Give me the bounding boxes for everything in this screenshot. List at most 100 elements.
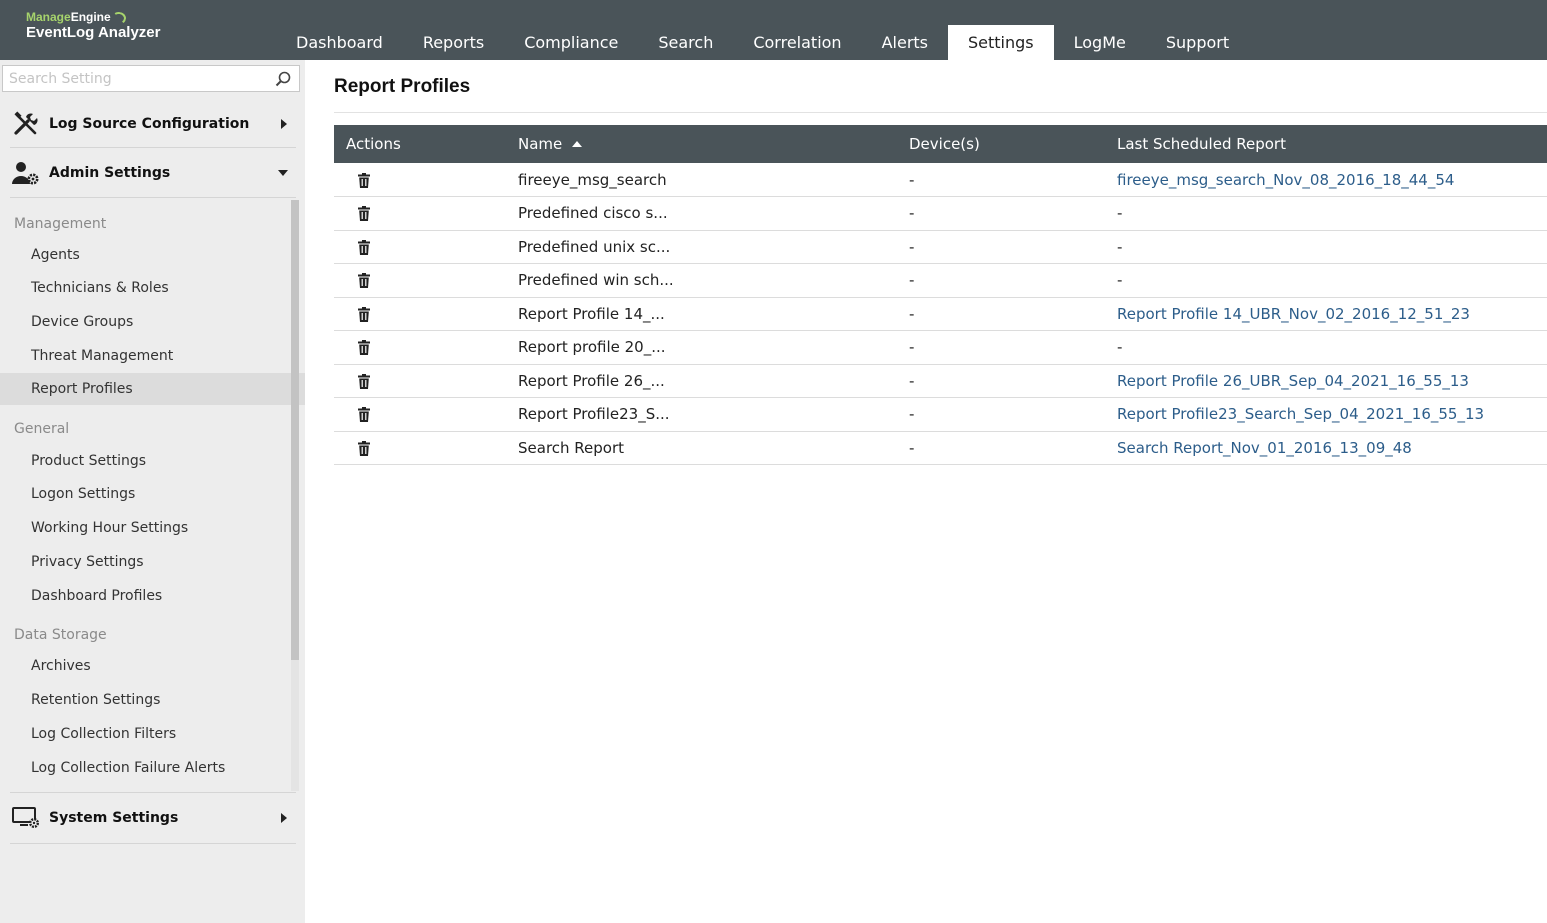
table-header-row: Actions Name Device(s) Last Scheduled Re… (334, 125, 1547, 163)
tab-search[interactable]: Search (638, 25, 733, 60)
section-log-source-configuration[interactable]: Log Source Configuration (10, 100, 296, 148)
group-label-general: General (14, 421, 70, 437)
tab-correlation[interactable]: Correlation (733, 25, 861, 60)
delete-icon[interactable] (358, 440, 370, 456)
column-header-name[interactable]: Name (518, 125, 909, 163)
actions-cell (334, 397, 518, 432)
table-row: Search Report - Search Report_Nov_01_2016_… (334, 431, 1547, 465)
devices-cell: - (909, 330, 1117, 365)
last-scheduled-report-link[interactable]: Report Profile 26_UBR_Sep_04_2021_16_55_… (1117, 372, 1469, 390)
devices-cell: - (909, 397, 1117, 432)
sidebar-item-technicians-roles[interactable]: Technicians & Roles (0, 272, 292, 304)
tab-logme[interactable]: LogMe (1054, 25, 1146, 60)
sidebar-item-retention-settings[interactable]: Retention Settings (0, 684, 292, 716)
actions-cell (334, 230, 518, 264)
settings-search-input[interactable] (3, 66, 299, 91)
user-settings-icon (12, 159, 40, 187)
monitor-settings-icon (12, 804, 40, 832)
delete-icon[interactable] (358, 340, 370, 356)
top-bar: Manage Engine EventLog Analyzer Dashboard… (0, 0, 1547, 60)
actions-cell (334, 364, 518, 398)
last-scheduled-report-link[interactable]: Search Report_Nov_01_2016_13_09_48 (1117, 439, 1412, 457)
profile-name-cell: Search Report (518, 431, 909, 465)
caret-right-icon (281, 118, 287, 129)
group-label-management: Management (14, 216, 107, 232)
tab-alerts[interactable]: Alerts (862, 25, 948, 60)
tab-support[interactable]: Support (1146, 25, 1249, 60)
sidebar-item-report-profiles[interactable]: Report Profiles (0, 373, 305, 405)
section-system-settings[interactable]: System Settings (10, 792, 296, 844)
delete-icon[interactable] (358, 239, 370, 255)
actions-cell (334, 196, 518, 231)
last-scheduled-report-cell: fireeye_msg_search_Nov_08_2016_18_44_54 (1117, 163, 1547, 197)
actions-cell (334, 263, 518, 298)
profile-name-cell: Predefined unix sc... (518, 230, 909, 264)
last-scheduled-report-link[interactable]: fireeye_msg_search_Nov_08_2016_18_44_54 (1117, 171, 1454, 189)
page-title: Report Profiles (334, 76, 471, 97)
sidebar-item-working-hour-settings[interactable]: Working Hour Settings (0, 512, 292, 544)
profile-name-cell: Predefined cisco s... (518, 196, 909, 231)
product-name: EventLog Analyzer (26, 24, 161, 41)
table-row: Report Profile 14_... - Report Profile 14_… (334, 297, 1547, 331)
last-scheduled-report-cell: Report Profile23_Search_Sep_04_2021_16_5… (1117, 397, 1547, 432)
devices-cell: - (909, 297, 1117, 331)
devices-cell: - (909, 364, 1117, 398)
sidebar-item-device-groups[interactable]: Device Groups (0, 306, 292, 338)
group-label-data-storage: Data Storage (14, 627, 107, 643)
delete-icon[interactable] (358, 206, 370, 222)
delete-icon[interactable] (358, 306, 370, 322)
section-label: Admin Settings (49, 164, 171, 181)
devices-cell: - (909, 163, 1117, 197)
last-scheduled-report-cell: Search Report_Nov_01_2016_13_09_48 (1117, 431, 1547, 465)
table-row: fireeye_msg_search - fireeye_msg_search_No… (334, 163, 1547, 197)
title-divider (334, 112, 1547, 113)
table-row: Report Profile 26_... - Report Profile 26_… (334, 364, 1547, 398)
column-header-last-scheduled-report[interactable]: Last Scheduled Report (1117, 125, 1547, 163)
search-icon[interactable] (275, 71, 291, 87)
delete-icon[interactable] (358, 172, 370, 188)
tab-settings[interactable]: Settings (948, 25, 1054, 60)
sidebar-item-threat-management[interactable]: Threat Management (0, 340, 292, 372)
column-header-devices[interactable]: Device(s) (909, 125, 1117, 163)
caret-down-icon (278, 169, 288, 176)
brand-arc-icon (110, 10, 127, 26)
tab-dashboard[interactable]: Dashboard (276, 25, 403, 60)
table-row: Report Profile23_S... - Report Profile23_S… (334, 397, 1547, 432)
sidebar-item-log-collection-filters[interactable]: Log Collection Filters (0, 718, 292, 750)
tab-compliance[interactable]: Compliance (504, 25, 638, 60)
delete-icon[interactable] (358, 273, 370, 289)
sidebar-item-archives[interactable]: Archives (0, 650, 292, 682)
profile-name-cell: fireeye_msg_search (518, 163, 909, 197)
delete-icon[interactable] (358, 373, 370, 389)
devices-cell: - (909, 196, 1117, 231)
sidebar-item-log-collection-failure-alerts[interactable]: Log Collection Failure Alerts (0, 752, 292, 784)
table-row: Predefined win sch... - - (334, 263, 1547, 298)
last-scheduled-report-cell: Report Profile 14_UBR_Nov_02_2016_12_51_… (1117, 297, 1547, 331)
sidebar-item-dashboard-profiles[interactable]: Dashboard Profiles (0, 580, 292, 612)
settings-sidebar: Log Source Configuration Admin Settings … (0, 60, 305, 923)
sort-ascending-icon (572, 141, 583, 147)
tab-reports[interactable]: Reports (403, 25, 504, 60)
last-scheduled-report-cell: - (1117, 196, 1547, 231)
devices-cell: - (909, 230, 1117, 264)
actions-cell (334, 163, 518, 197)
app-logo[interactable]: Manage Engine EventLog Analyzer (26, 10, 160, 42)
profile-name-cell: Report Profile 14_... (518, 297, 909, 331)
section-admin-settings[interactable]: Admin Settings (10, 148, 296, 198)
profile-name-cell: Predefined win sch... (518, 263, 909, 298)
table-row: Report profile 20_... - - (334, 330, 1547, 365)
last-scheduled-report-link[interactable]: Report Profile23_Search_Sep_04_2021_16_5… (1117, 405, 1484, 423)
sidebar-item-logon-settings[interactable]: Logon Settings (0, 478, 292, 510)
sidebar-item-agents[interactable]: Agents (0, 239, 292, 271)
sidebar-item-product-settings[interactable]: Product Settings (0, 445, 292, 477)
tools-icon (12, 110, 40, 138)
section-label: Log Source Configuration (49, 115, 250, 132)
delete-icon[interactable] (358, 407, 370, 423)
actions-cell (334, 431, 518, 465)
report-profiles-table: Actions Name Device(s) Last Scheduled Re… (334, 125, 1547, 465)
last-scheduled-report-link[interactable]: Report Profile 14_UBR_Nov_02_2016_12_51_… (1117, 305, 1470, 323)
last-scheduled-report-cell: - (1117, 330, 1547, 365)
sidebar-scrollbar-thumb[interactable] (291, 200, 299, 660)
column-header-actions: Actions (346, 135, 401, 153)
sidebar-item-privacy-settings[interactable]: Privacy Settings (0, 546, 292, 578)
